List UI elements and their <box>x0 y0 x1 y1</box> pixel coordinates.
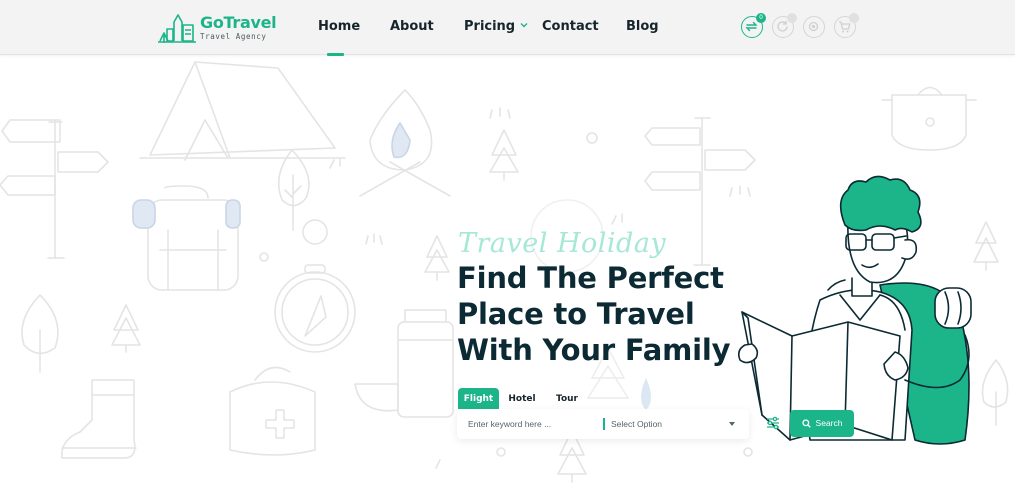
nav-item-contact[interactable]: Contact <box>542 19 599 34</box>
cart-count-badge <box>849 13 859 23</box>
small-pine-tree <box>424 235 450 281</box>
hero-headline: Find The Perfect Place to Travel With Yo… <box>457 260 757 368</box>
tab-hotel[interactable]: Hotel <box>503 388 541 410</box>
campfire-illustration <box>359 89 451 197</box>
nav-item-pricing-label: Pricing <box>464 19 516 34</box>
nav-item-about[interactable]: About <box>390 19 434 34</box>
view-button[interactable] <box>803 16 825 38</box>
eye-icon <box>808 21 819 32</box>
tent-illustration <box>139 61 346 161</box>
search-button[interactable]: Search <box>790 410 854 437</box>
tree-illustration <box>277 149 310 231</box>
caret-down-icon <box>729 422 735 426</box>
compass-illustration <box>274 219 356 353</box>
option-select[interactable]: Select Option <box>611 409 739 439</box>
thermos-illustration <box>354 309 454 418</box>
hero-script-title: Travel Holiday <box>458 228 667 259</box>
search-form: Select Option <box>457 409 749 439</box>
compare-count-badge: 0 <box>756 13 766 23</box>
search-button-label: Search <box>815 418 843 428</box>
refresh-button[interactable] <box>772 13 797 38</box>
small-pine-tree <box>111 304 141 353</box>
first-aid-bag-illustration <box>229 366 316 456</box>
nav-item-home[interactable]: Home <box>318 19 360 34</box>
tab-tour[interactable]: Tour <box>549 388 585 410</box>
signpost-left-illustration <box>0 119 109 259</box>
option-select-value: Select Option <box>611 419 663 429</box>
brand-name: GoTravel <box>200 13 277 33</box>
backpack-illustration <box>147 185 239 291</box>
headline-line-2: Place to Travel <box>457 297 695 331</box>
chevron-down-icon <box>520 23 528 28</box>
headline-line-3: With Your Family <box>457 333 731 367</box>
active-nav-indicator <box>327 53 344 56</box>
small-pine-tree <box>489 129 519 181</box>
city-logo-icon <box>158 14 196 43</box>
cart-button[interactable] <box>834 13 859 38</box>
nav-item-pricing[interactable]: Pricing <box>464 19 528 34</box>
filter-sliders-icon[interactable] <box>765 415 781 431</box>
search-icon <box>801 419 811 428</box>
compare-button[interactable]: 0 <box>741 13 766 38</box>
search-divider <box>603 418 605 430</box>
logo[interactable]: GoTravel Travel Agency <box>158 12 277 44</box>
nav-item-blog[interactable]: Blog <box>626 19 659 34</box>
boot-illustration <box>61 379 137 459</box>
headline-line-1: Find The Perfect <box>457 261 724 295</box>
tab-flight[interactable]: Flight <box>458 388 499 410</box>
brand-tagline: Travel Agency <box>200 32 267 42</box>
site-header: GoTravel Travel Agency Home About Pricin… <box>0 0 1015 56</box>
keyword-search-input[interactable] <box>468 409 598 439</box>
refresh-count-badge <box>787 13 797 23</box>
round-tree <box>21 294 59 373</box>
